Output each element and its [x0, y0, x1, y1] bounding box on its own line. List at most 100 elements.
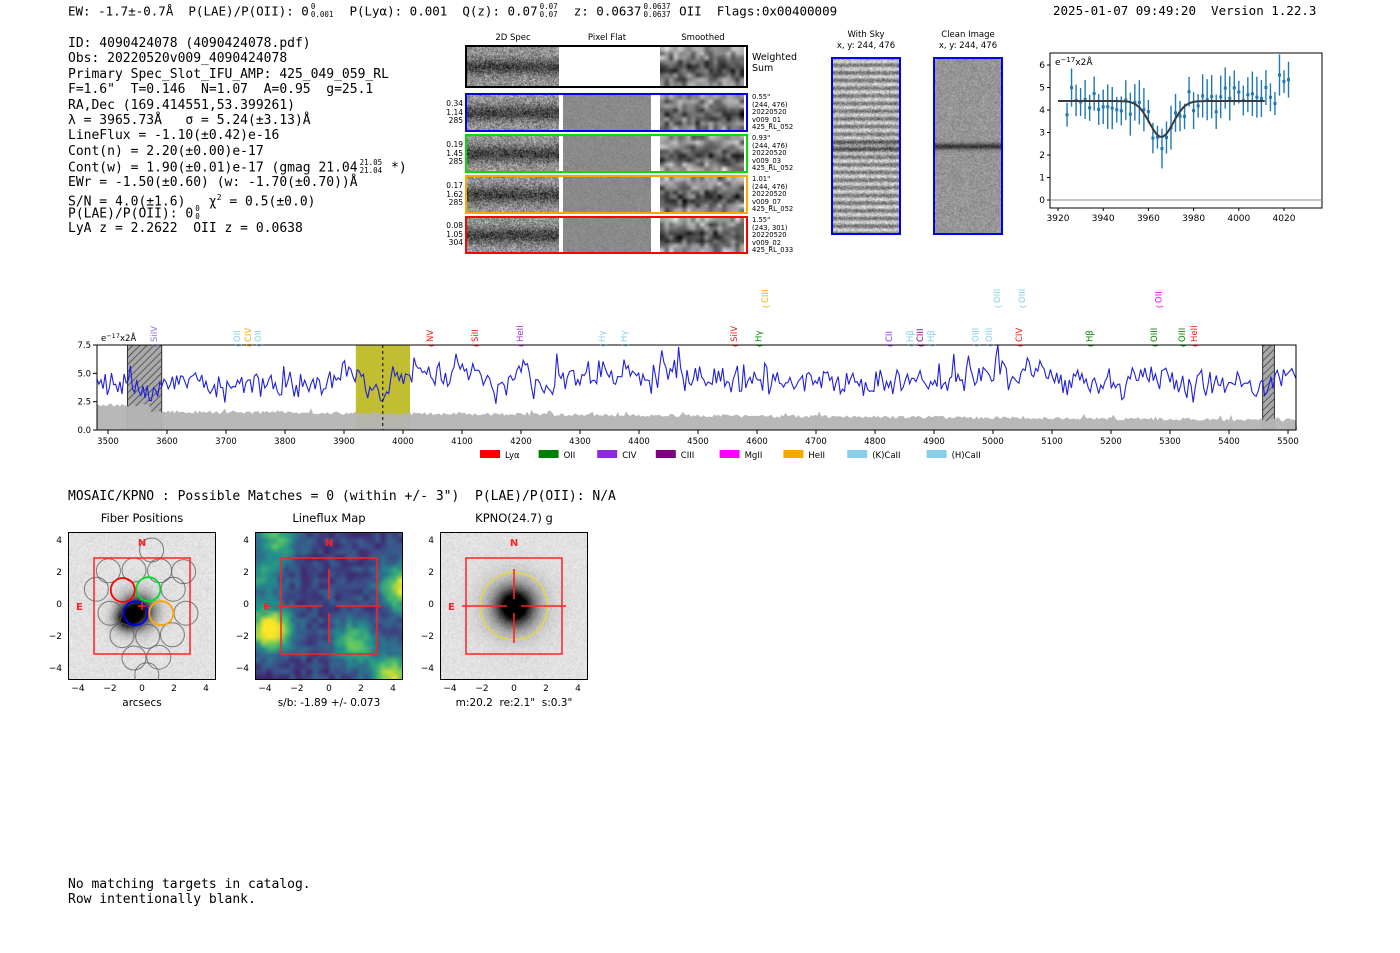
data-point [1277, 73, 1281, 77]
data-point [1183, 114, 1187, 118]
info-line: EWr = -1.50(±0.60) (w: -1.70(±0.70))Å [68, 175, 407, 190]
pixelflat-image [563, 136, 651, 171]
2dspec-row-id: 0.55" (244, 476) 20220520 v009_01 425_RL_052 [752, 93, 793, 132]
line-marker-bracket: { [517, 344, 525, 348]
line-marker-bracket: { [235, 344, 243, 348]
stat-value: 285 [448, 116, 463, 125]
data-point [1255, 95, 1259, 99]
selected-fiber-circle [109, 577, 136, 603]
line-marker-label: Hγ [598, 331, 608, 342]
ytick-label: 7.5 [77, 341, 91, 351]
data-point [1164, 135, 1168, 139]
data-point [1214, 110, 1218, 114]
xtick-label: 3940 [1092, 214, 1115, 224]
data-point [1110, 106, 1114, 110]
selected-fiber-circle [148, 600, 175, 627]
legend-swatch [783, 450, 804, 458]
data-point [1106, 105, 1110, 109]
clean-coords: x, y: 244, 476 [938, 41, 998, 51]
panel-xtick-label: 0 [511, 684, 517, 694]
fiber-circle [109, 623, 135, 649]
text-segment: λ = 3965.73Å σ = 5.24(±3.13)Å [68, 112, 311, 128]
mosaic-header: MOSAIC/KPNO : Possible Matches = 0 (with… [68, 489, 616, 504]
line-marker-bracket: { [152, 344, 160, 348]
xtick-label: 4800 [864, 437, 886, 447]
line-marker-label: OIII [1178, 328, 1188, 342]
line-marker-label: OII [233, 330, 243, 342]
line-marker-label: Hβ [906, 330, 916, 342]
line-marker-label: NV [426, 330, 436, 342]
panel-ytick-label: 0 [56, 600, 62, 610]
stat-value: 285 [448, 198, 463, 207]
cutout-panel-kpno: NE [440, 532, 588, 680]
panel-ytick-label: 4 [428, 536, 434, 546]
catalog-note: No matching targets in catalog. [68, 877, 311, 892]
data-point [1264, 86, 1268, 90]
line-marker-bracket: { [1192, 344, 1200, 348]
data-point [1237, 90, 1241, 94]
info-line: Obs: 20220520v009_4090424078 [68, 51, 407, 66]
panel-xtick-label: 2 [543, 684, 549, 694]
info-line: ID: 4090424078 (4090424078.pdf) [68, 36, 407, 51]
line-marker-label: CIV [244, 328, 254, 342]
data-point [1174, 111, 1178, 115]
line-marker-bracket: { [986, 344, 994, 348]
2dspec-row-id: 1.01" (244, 476) 20220520 v009_07 425_RL_052 [752, 175, 794, 214]
2dspec-image [467, 177, 559, 212]
xtick-label: 4100 [451, 437, 473, 447]
panel-ytick-label: −2 [235, 632, 249, 642]
line-marker-bracket: { [973, 344, 981, 348]
data-point [1070, 86, 1074, 90]
data-point [1115, 108, 1119, 112]
legend-swatch [597, 450, 618, 458]
text-segment: EW: -1.7±-0.7Å P(LAE)/P(OII): 0 [68, 3, 309, 19]
xtick-label: 3900 [333, 437, 355, 447]
line-marker-bracket: { [472, 344, 480, 348]
panel-xtick-label: −4 [443, 684, 457, 694]
data-point [1201, 94, 1205, 98]
2dspec-image [467, 218, 559, 252]
2dspec-col-title: 2D Spec [495, 33, 531, 43]
data-point [1232, 86, 1236, 90]
line-marker-bracket: { [887, 344, 895, 348]
selected-fiber-circle [122, 600, 149, 627]
line-marker-bracket: { [995, 305, 1003, 309]
data-point [1065, 113, 1069, 117]
data-point [1088, 106, 1092, 110]
line-marker-label: OIII [971, 328, 981, 342]
text-segment: OII Flags:0x00400009 [671, 3, 838, 19]
panel-xtick-label: 4 [203, 684, 209, 694]
line-marker-bracket: { [917, 344, 925, 348]
ytick-label: 2.5 [77, 398, 91, 408]
withsky-coords: x, y: 244, 476 [836, 41, 896, 51]
2dspec-row-id: 1.55" (243, 301) 20220520 v009_02 425_RL_033 [752, 216, 793, 255]
withsky-title: With Sky [847, 30, 885, 40]
line-marker-label: CIV [1015, 328, 1025, 342]
info-line: LyA z = 2.2622 OII z = 0.0638 [68, 221, 407, 236]
line-marker-label: Hβ [927, 330, 937, 342]
panel-ytick-label: −2 [420, 632, 434, 642]
id-line: 425_RL_052 [752, 205, 794, 214]
text-segment: LyA z = 2.2622 OII z = 0.0638 [68, 220, 303, 236]
panel-ytick-label: 0 [243, 600, 249, 610]
stacked-limits: 0.0637 0.0637 [643, 2, 671, 19]
panel-xtick-label: 0 [326, 684, 332, 694]
smoothed-image [660, 218, 744, 252]
compass-north: N [325, 538, 333, 549]
2dspec-image [467, 136, 559, 171]
xtick-label: 3960 [1137, 214, 1160, 224]
panel-ytick-label: −4 [48, 664, 62, 674]
line-marker-bracket: { [622, 344, 630, 348]
stacked-limits: 00 [195, 204, 200, 221]
fiber-circle [147, 558, 173, 584]
id-line: 425_RL_052 [752, 164, 794, 173]
data-point [1273, 102, 1277, 106]
legend-label: HeII [808, 451, 825, 461]
data-point [1178, 114, 1182, 118]
2dspec-row-id: 0.93" (244, 476) 20220520 v009_03 425_RL_052 [752, 134, 794, 173]
inset-axes-box [1049, 52, 1323, 209]
line-marker-bracket: { [599, 344, 607, 348]
line-marker-bracket: { [1156, 305, 1164, 309]
fiber-circle [83, 576, 109, 602]
ytick-label: 1 [1039, 174, 1045, 184]
